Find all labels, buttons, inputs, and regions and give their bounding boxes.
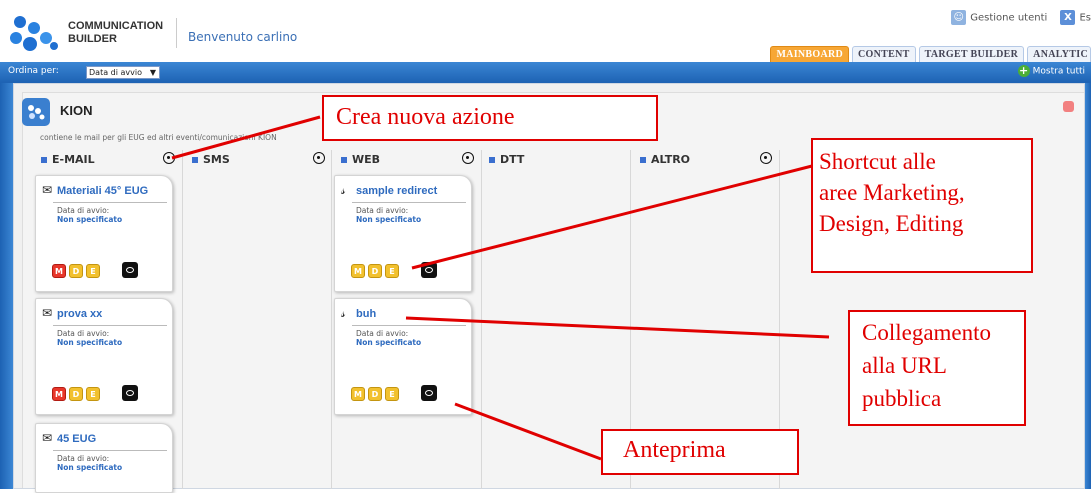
pointer-shortcut xyxy=(411,164,813,270)
annotation-collegamento: Collegamento alla URL pubblica xyxy=(848,310,1026,426)
annotation-collegamento-line3: pubblica xyxy=(862,386,942,411)
annotation-shortcut: Shortcut alle aree Marketing, Design, Ed… xyxy=(811,138,1033,273)
annotation-collegamento-line2: alla URL xyxy=(862,353,947,378)
pointer-crea xyxy=(171,115,321,160)
annotation-anteprima: Anteprima xyxy=(601,429,799,475)
annotation-collegamento-line1: Collegamento xyxy=(862,320,992,345)
pointer-collegamento xyxy=(405,316,830,339)
annotation-crea: Crea nuova azione xyxy=(322,95,658,141)
annotation-shortcut-line1: Shortcut alle xyxy=(819,149,936,174)
pointer-anteprima xyxy=(454,402,602,461)
annotation-shortcut-line3: Design, Editing xyxy=(819,211,964,236)
annotation-shortcut-line2: aree Marketing, xyxy=(819,180,965,205)
